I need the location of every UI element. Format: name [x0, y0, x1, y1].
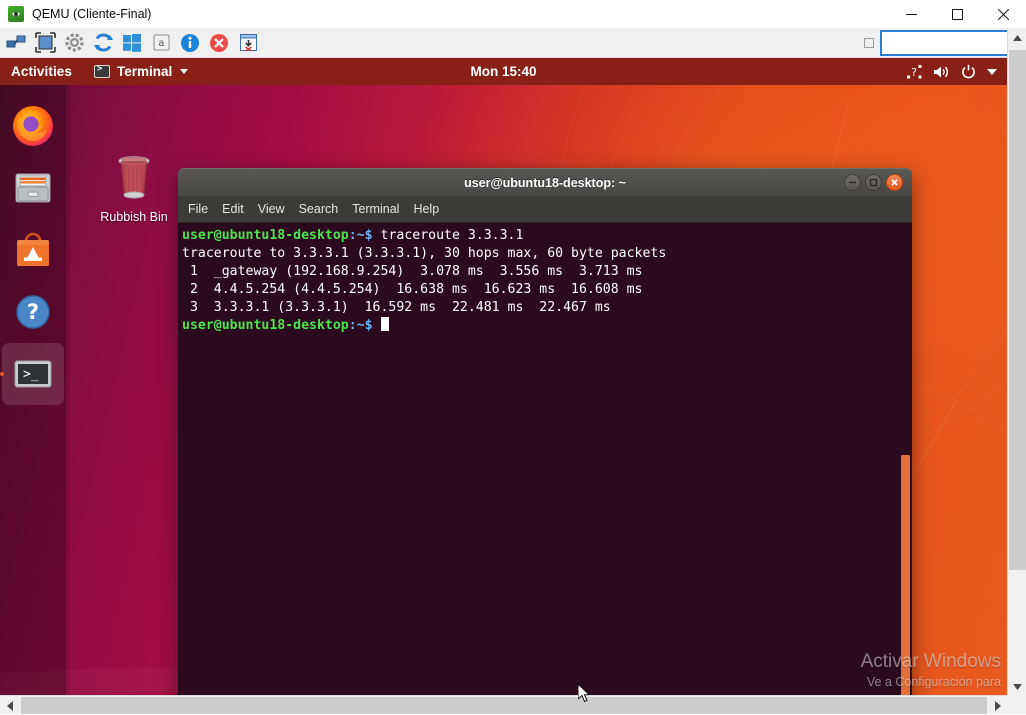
terminal-close-button[interactable]	[886, 174, 903, 191]
terminal-scrollbar-thumb[interactable]	[901, 455, 910, 695]
terminal-title: user@ubuntu18-desktop: ~	[178, 176, 912, 190]
prompt-path: :~$	[349, 228, 373, 243]
host-horizontal-scrollbar[interactable]	[0, 695, 1007, 714]
terminal-scrollbar[interactable]	[899, 223, 912, 695]
terminal-command: traceroute 3.3.3.1	[373, 228, 524, 243]
terminal-body[interactable]: user@ubuntu18-desktop:~$ traceroute 3.3.…	[178, 223, 912, 695]
ubuntu-software-icon	[11, 228, 55, 272]
terminal-cursor	[381, 317, 389, 331]
power-icon[interactable]	[961, 64, 976, 79]
dock-item-ubuntu-software[interactable]	[0, 219, 66, 281]
terminal-icon: >_	[11, 352, 55, 396]
chevron-right-icon[interactable]	[988, 696, 1007, 715]
svg-text:?: ?	[911, 66, 917, 79]
terminal-menubar: File Edit View Search Terminal Help	[178, 196, 912, 223]
snapshot-icon[interactable]	[235, 30, 261, 56]
app-menu-label: Terminal	[117, 64, 172, 79]
host-window-title: QEMU (Cliente-Final)	[32, 7, 151, 21]
host-maximize-button[interactable]	[934, 0, 980, 28]
terminal-maximize-button[interactable]	[865, 174, 882, 191]
chevron-down-icon[interactable]	[987, 68, 997, 76]
terminal-minimize-button[interactable]	[844, 174, 861, 191]
host-vertical-scrollbar[interactable]	[1007, 28, 1026, 696]
scrollbar-corner	[1007, 695, 1026, 714]
host-toolbar-grip	[864, 38, 874, 48]
activities-button[interactable]: Activities	[11, 64, 72, 79]
vertical-scrollbar-thumb[interactable]	[1009, 50, 1026, 570]
dock-item-help[interactable]: ?	[0, 281, 66, 343]
host-titlebar: QEMU (Cliente-Final)	[0, 0, 1026, 28]
volume-icon[interactable]	[933, 65, 950, 79]
rubbish-bin-label: Rubbish Bin	[92, 210, 176, 224]
ubuntu-top-panel: Activities Terminal Mon 15:40 ?	[0, 58, 1007, 85]
network-icon[interactable]	[3, 30, 29, 56]
terminal-line-1: 1 _gateway (192.168.9.254) 3.078 ms 3.55…	[182, 264, 643, 279]
host-address-input[interactable]	[880, 30, 1012, 56]
settings-gear-icon[interactable]	[61, 30, 87, 56]
cancel-icon[interactable]	[206, 30, 232, 56]
svg-text:?: ?	[27, 300, 39, 324]
host-minimize-button[interactable]	[888, 0, 934, 28]
svg-text:>_: >_	[23, 367, 39, 382]
refresh-icon[interactable]	[90, 30, 116, 56]
dock-item-terminal[interactable]: >_	[2, 343, 64, 405]
menu-edit[interactable]: Edit	[222, 202, 244, 216]
terminal-line-2: 2 4.4.5.254 (4.4.5.254) 16.638 ms 16.623…	[182, 282, 643, 297]
terminal-icon	[94, 65, 110, 78]
chevron-down-icon	[180, 69, 188, 74]
terminal-line-3: 3 3.3.3.1 (3.3.3.1) 16.592 ms 22.481 ms …	[182, 300, 611, 315]
terminal-line-0: traceroute to 3.3.3.1 (3.3.3.1), 30 hops…	[182, 246, 666, 261]
dock-item-files[interactable]	[0, 157, 66, 219]
horizontal-scrollbar-thumb[interactable]	[21, 697, 987, 714]
qemu-icon	[8, 6, 24, 22]
menu-help[interactable]: Help	[413, 202, 439, 216]
prompt-user-host: user@ubuntu18-desktop	[182, 228, 349, 243]
host-toolbar: a	[0, 28, 1026, 58]
terminal-window: user@ubuntu18-desktop: ~ File Edit Vie	[178, 168, 912, 695]
help-icon: ?	[11, 290, 55, 334]
qemu-host-window: QEMU (Cliente-Final)	[0, 0, 1026, 714]
chevron-left-icon[interactable]	[0, 696, 19, 715]
windows-logo-icon[interactable]	[119, 30, 145, 56]
firefox-icon	[11, 104, 55, 148]
desktop-icon-rubbish-bin[interactable]: Rubbish Bin	[92, 152, 176, 224]
rubbish-bin-icon	[110, 152, 158, 202]
menu-view[interactable]: View	[258, 202, 285, 216]
menu-file[interactable]: File	[188, 202, 208, 216]
menu-terminal[interactable]: Terminal	[352, 202, 399, 216]
terminal-output: user@ubuntu18-desktop:~$ traceroute 3.3.…	[180, 227, 912, 335]
app-menu-terminal[interactable]: Terminal	[94, 64, 188, 79]
dock-item-firefox[interactable]	[0, 95, 66, 157]
ubuntu-dock: ? >_	[0, 85, 66, 695]
keyboard-icon[interactable]: a	[148, 30, 174, 56]
files-icon	[11, 166, 55, 210]
chevron-down-icon[interactable]	[1008, 677, 1026, 696]
info-icon[interactable]	[177, 30, 203, 56]
status-area[interactable]: ?	[907, 64, 997, 79]
host-close-button[interactable]	[980, 0, 1026, 28]
input-method-icon[interactable]: ?	[907, 65, 922, 79]
prompt-path-2: :~$	[349, 318, 373, 333]
guest-viewport: Activities Terminal Mon 15:40 ?	[0, 58, 1007, 695]
fullscreen-icon[interactable]	[32, 30, 58, 56]
chevron-up-icon[interactable]	[1008, 28, 1026, 47]
prompt-user-host-2: user@ubuntu18-desktop	[182, 318, 349, 333]
menu-search[interactable]: Search	[299, 202, 339, 216]
terminal-titlebar[interactable]: user@ubuntu18-desktop: ~	[178, 168, 912, 196]
svg-text:a: a	[158, 38, 164, 49]
